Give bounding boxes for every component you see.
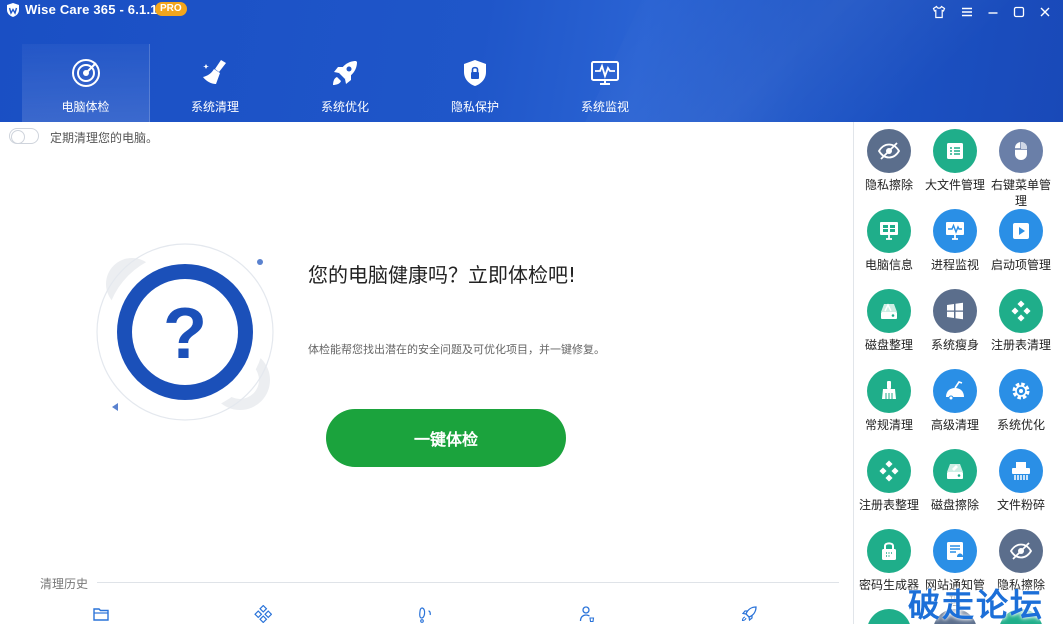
history-divider <box>97 582 839 583</box>
tab-privacy-protect[interactable]: 隐私保护 <box>410 44 540 122</box>
brush-icon <box>882 381 896 399</box>
mouse-icon <box>1015 142 1027 160</box>
forum-watermark: 破走论坛 <box>908 586 1045 624</box>
tool-startup-manager[interactable]: 启动项管理 <box>988 209 1054 273</box>
tool-label: 系统优化 <box>996 418 1045 432</box>
gear-icon <box>1012 382 1030 400</box>
files-icon <box>947 143 963 159</box>
tool-process-monitor[interactable]: 进程监视 <box>922 209 988 273</box>
tab-label: 电脑体检 <box>61 100 110 114</box>
computer-icon <box>880 222 898 240</box>
monitor-pulse-icon <box>591 61 619 85</box>
play-icon <box>1013 223 1029 239</box>
one-click-checkup-button[interactable]: 一键体检 <box>326 409 566 467</box>
rocket-icon <box>333 61 357 85</box>
tool-label: 电脑信息 <box>864 258 913 272</box>
tab-label: 隐私保护 <box>450 100 499 114</box>
user-clean-icon[interactable] <box>578 605 596 623</box>
tab-pc-checkup[interactable]: 电脑体检 <box>22 44 150 122</box>
tool-context-menu-manager[interactable]: 右键菜单管理 <box>988 129 1054 209</box>
main-nav: 电脑体检 系统清理 系统优化 隐私保护 系统监视 <box>22 44 670 122</box>
registry-defrag-icon <box>879 460 899 482</box>
vacuum-icon <box>946 381 964 401</box>
tool-label: 磁盘擦除 <box>930 498 979 512</box>
tool-large-file-manager[interactable]: 大文件管理 <box>922 129 988 193</box>
shirt-icon <box>932 5 946 19</box>
maximize-button[interactable] <box>1011 4 1027 20</box>
tool-disk-defrag[interactable]: 磁盘整理 <box>856 289 922 353</box>
registry-icon[interactable] <box>254 605 272 623</box>
process-monitor-icon <box>946 222 964 240</box>
tools-panel: 隐私擦除 大文件管理 右键菜单管理 电脑信息 进程监视 启动项管理 磁盘整理 系… <box>853 122 1063 624</box>
rocket-outline-icon[interactable] <box>740 605 758 623</box>
hamburger-icon <box>962 7 972 17</box>
disk-icon <box>881 303 897 319</box>
title-bar: Wise Care 365 - 6.1.1 PRO <box>0 0 1063 22</box>
close-icon <box>1040 7 1050 17</box>
tool-label: 高级清理 <box>930 418 979 432</box>
shredder-icon <box>1012 462 1030 480</box>
tool-registry-defrag[interactable]: 注册表整理 <box>856 449 922 513</box>
tool-label: 注册表整理 <box>858 498 919 512</box>
tool-label: 大文件管理 <box>924 178 985 192</box>
web-notify-icon <box>947 542 963 560</box>
tab-system-monitor[interactable]: 系统监视 <box>540 44 670 122</box>
tab-label: 系统监视 <box>580 100 629 114</box>
eye-slash-icon <box>877 142 901 160</box>
folder-icon[interactable] <box>92 605 110 623</box>
tool-label: 磁盘整理 <box>864 338 913 352</box>
tool-file-shredder[interactable]: 文件粉碎 <box>988 449 1054 513</box>
radar-icon <box>71 59 100 87</box>
pro-badge: PRO <box>155 2 187 16</box>
tool-disk-erase[interactable]: 磁盘擦除 <box>922 449 988 513</box>
shield-lock-icon <box>464 60 486 86</box>
eye-slash-icon <box>1009 542 1033 560</box>
minimize-button[interactable] <box>985 4 1001 20</box>
app-title: Wise Care 365 - 6.1.1 <box>25 2 158 17</box>
tool-label: 进程监视 <box>930 258 979 272</box>
footprint-icon[interactable] <box>416 605 434 623</box>
tool-system-slim[interactable]: 系统瘦身 <box>922 289 988 353</box>
skin-button[interactable] <box>931 4 947 20</box>
tool-regular-clean[interactable]: 常规清理 <box>856 369 922 433</box>
tool-pc-info[interactable]: 电脑信息 <box>856 209 922 273</box>
tool-label: 隐私擦除 <box>864 178 913 192</box>
tool-privacy-erase[interactable]: 隐私擦除 <box>856 129 922 193</box>
tool-label: 注册表清理 <box>990 338 1051 352</box>
tool-label: 文件粉碎 <box>996 498 1045 512</box>
windows-icon <box>947 302 963 320</box>
lock-icon <box>882 542 896 560</box>
app-logo-icon <box>7 3 19 17</box>
tool-registry-clean[interactable]: 注册表清理 <box>988 289 1054 353</box>
tool-label: 右键菜单管理 <box>990 178 1051 208</box>
broom-icon <box>203 60 226 84</box>
tool-label: 常规清理 <box>864 418 913 432</box>
hero-title: 您的电脑健康吗？立即体检吧! <box>308 263 577 287</box>
disk-erase-icon <box>947 464 963 479</box>
tool-label: 系统瘦身 <box>930 338 979 352</box>
minimize-icon <box>988 12 998 14</box>
hero-description: 体检能帮您找出潜在的安全问题及可优化项目，并一键修复。 <box>308 343 605 356</box>
tab-system-optimize[interactable]: 系统优化 <box>280 44 410 122</box>
tab-label: 系统清理 <box>190 100 239 114</box>
tool-system-optimize[interactable]: 系统优化 <box>988 369 1054 433</box>
close-button[interactable] <box>1037 4 1053 20</box>
question-illustration: ? <box>96 243 274 421</box>
maximize-icon <box>1013 6 1025 18</box>
tool-advanced-clean[interactable]: 高级清理 <box>922 369 988 433</box>
header-bar: Wise Care 365 - 6.1.1 PRO 电脑体检 系统清理 系统优化… <box>0 0 1063 122</box>
history-label: 清理历史 <box>40 577 89 591</box>
menu-button[interactable] <box>959 4 975 20</box>
schedule-label: 定期清理您的电脑。 <box>50 131 159 145</box>
tool-label: 启动项管理 <box>990 258 1051 272</box>
tab-system-clean[interactable]: 系统清理 <box>150 44 280 122</box>
svg-text:?: ? <box>163 294 207 374</box>
registry-icon <box>1011 300 1031 322</box>
tab-label: 系统优化 <box>320 100 369 114</box>
schedule-toggle[interactable] <box>9 128 39 144</box>
